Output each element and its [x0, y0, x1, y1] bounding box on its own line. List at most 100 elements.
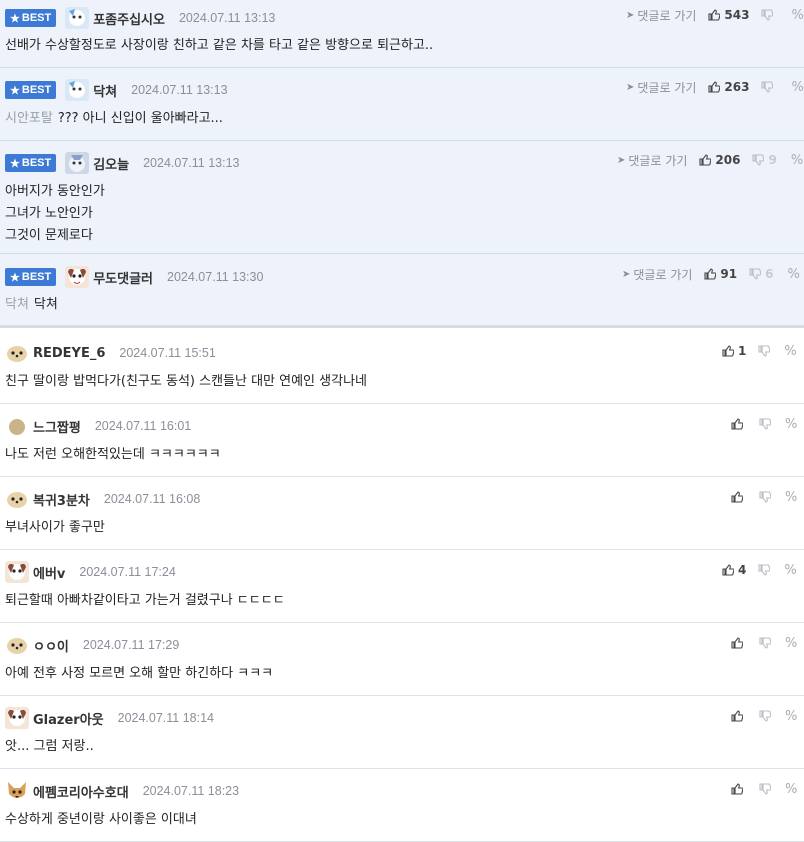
comment-header: Glazer아웃 2024.07.11 18:14: [5, 707, 214, 729]
nickname[interactable]: REDEYE_6: [33, 346, 105, 361]
upvote-button[interactable]: [731, 491, 747, 503]
thumbs-up-icon: [731, 710, 743, 722]
reply-link[interactable]: ➤ 댓글로 가기: [626, 79, 696, 96]
reply-link[interactable]: ➤ 댓글로 가기: [626, 7, 696, 24]
link-icon[interactable]: %: [784, 344, 796, 359]
comment-header: REDEYE_6 2024.07.11 15:51: [5, 342, 216, 364]
comment-actions: %: [731, 488, 797, 506]
arrow-icon: ➤: [617, 154, 626, 166]
avatar[interactable]: [5, 415, 29, 437]
quoted-prefix: 시안포탈: [5, 111, 53, 126]
nickname[interactable]: 느그짭평: [33, 417, 81, 436]
downvote-button[interactable]: [761, 81, 777, 93]
nickname[interactable]: 에펨코리아수호대: [33, 782, 129, 801]
thumbs-down-icon: [759, 710, 771, 722]
comment-header: 복귀3분차 2024.07.11 16:08: [5, 488, 200, 510]
link-icon[interactable]: %: [787, 267, 799, 282]
avatar[interactable]: [5, 780, 29, 802]
downvote-button[interactable]: [759, 783, 771, 795]
nickname[interactable]: 무도댓글러: [93, 268, 153, 287]
avatar[interactable]: [65, 152, 90, 174]
link-icon[interactable]: %: [791, 80, 803, 95]
arrow-icon: ➤: [626, 81, 635, 93]
downvote-button[interactable]: 6: [749, 267, 773, 281]
comment-body: 나도 저런 오해한적있는데 ㅋㅋㅋㅋㅋㅋ: [5, 447, 221, 462]
comment-header: 에펨코리아수호대 2024.07.11 18:23: [5, 780, 239, 802]
comment-actions: %: [731, 634, 797, 652]
reply-link[interactable]: ➤ 댓글로 가기: [622, 266, 692, 283]
avatar[interactable]: [65, 266, 90, 288]
thumbs-down-icon: [759, 491, 771, 503]
avatar[interactable]: [5, 342, 29, 364]
comment-actions: ➤ 댓글로 가기 543 %: [626, 6, 804, 24]
nickname[interactable]: 포좀주십시오: [93, 9, 165, 28]
comment-body: 앗... 그럼 저랑..: [5, 739, 94, 754]
star-icon: ★: [10, 84, 20, 97]
nickname[interactable]: ㅇㅇ이: [33, 636, 69, 655]
link-icon[interactable]: %: [791, 153, 803, 168]
upvote-button[interactable]: [731, 418, 747, 430]
avatar[interactable]: [65, 79, 90, 101]
link-icon[interactable]: %: [785, 417, 797, 432]
comment-item: 복귀3분차 2024.07.11 16:08% 부녀사이가 좋구만: [0, 477, 804, 550]
arrow-icon: ➤: [626, 9, 635, 21]
comment-actions: ➤ 댓글로 가기 91 6 %: [622, 265, 800, 283]
timestamp: 2024.07.11 13:30: [167, 270, 264, 284]
upvote-button[interactable]: 91: [704, 267, 737, 281]
comment-item: REDEYE_6 2024.07.11 15:51 1% 친구 딸이랑 밥먹다가(친구…: [0, 331, 804, 404]
upvote-button[interactable]: 206: [699, 153, 740, 167]
comment-item: 에펨코리아수호대 2024.07.11 18:23% 수상하게 중년이랑 사이좋은 …: [0, 769, 804, 842]
avatar[interactable]: [65, 7, 90, 29]
thumbs-up-icon: [731, 637, 743, 649]
nickname[interactable]: 김오늘: [93, 154, 129, 173]
upvote-button[interactable]: [731, 710, 747, 722]
downvote-button[interactable]: [758, 564, 771, 576]
upvote-button[interactable]: 1: [722, 344, 746, 358]
downvote-button[interactable]: [759, 418, 771, 430]
link-icon[interactable]: %: [785, 636, 797, 651]
upvote-button[interactable]: 4: [722, 563, 746, 577]
downvote-button[interactable]: [759, 491, 771, 503]
link-icon[interactable]: %: [785, 782, 797, 797]
upvote-button[interactable]: [731, 783, 747, 795]
comment-header: ㅇㅇ이 2024.07.11 17:29: [5, 634, 179, 656]
link-icon[interactable]: %: [791, 8, 803, 23]
avatar[interactable]: [5, 634, 29, 656]
upvote-button[interactable]: 543: [708, 8, 749, 22]
avatar[interactable]: [5, 561, 29, 583]
upvote-button[interactable]: [731, 637, 747, 649]
reply-link[interactable]: ➤ 댓글로 가기: [617, 152, 687, 169]
comment-item: 느그짭평 2024.07.11 16:01% 나도 저런 오해한적있는데 ㅋㅋㅋㅋㅋ…: [0, 404, 804, 477]
link-icon[interactable]: %: [785, 709, 797, 724]
best-comment: ★ BEST 포좀주십시오 2024.07.11 13:13 ➤ 댓글로 가기 54…: [0, 0, 804, 68]
comment-header: ★ BEST 김오늘 2024.07.11 13:13: [5, 152, 240, 174]
upvote-button[interactable]: 263: [708, 80, 749, 94]
avatar[interactable]: [5, 707, 29, 729]
downvote-button[interactable]: [759, 637, 771, 649]
timestamp: 2024.07.11 17:29: [82, 638, 180, 652]
thumbs-up-icon: [731, 783, 743, 795]
thumbs-up-icon: [704, 268, 717, 280]
quoted-prefix: 닥쳐: [5, 297, 29, 312]
downvote-button[interactable]: [761, 9, 777, 21]
nickname[interactable]: 에버v: [33, 563, 65, 582]
downvote-button[interactable]: 9: [752, 153, 777, 167]
avatar[interactable]: [5, 488, 29, 510]
link-icon[interactable]: %: [784, 563, 796, 578]
star-icon: ★: [10, 157, 20, 170]
comment-item: 에버v 2024.07.11 17:24 4% 퇴근할때 아빠차같이타고 가는거 걸렸…: [0, 550, 804, 623]
comment-body: 아예 전후 사정 모르면 오해 할만 하긴하다 ㅋㅋㅋ: [5, 666, 274, 681]
comment-body: 부녀사이가 좋구만: [5, 520, 105, 535]
thumbs-up-icon: [722, 564, 734, 576]
thumbs-up-icon: [699, 154, 712, 166]
downvote-button[interactable]: [759, 710, 771, 722]
comment-body: 아버지가 동안인가 그녀가 노안인가 그것이 문제로다: [5, 184, 105, 243]
comment-actions: %: [731, 780, 797, 798]
comment-actions: ➤ 댓글로 가기 263 %: [626, 78, 804, 96]
nickname[interactable]: 닥쳐: [93, 81, 117, 100]
downvote-button[interactable]: [758, 345, 771, 357]
link-icon[interactable]: %: [785, 490, 797, 505]
nickname[interactable]: 복귀3분차: [33, 490, 90, 509]
timestamp: 2024.07.11 13:13: [131, 83, 228, 97]
nickname[interactable]: Glazer아웃: [33, 709, 104, 728]
